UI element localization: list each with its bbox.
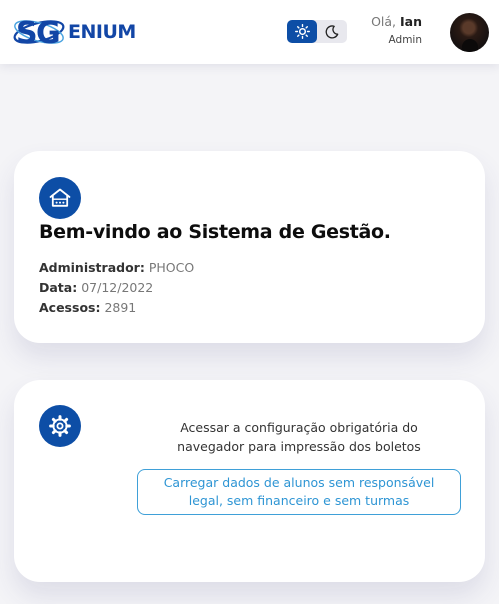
svg-text:S: S: [16, 16, 38, 51]
light-theme-button[interactable]: [287, 20, 317, 43]
welcome-card: Bem-vindo ao Sistema de Gestão. Administ…: [14, 151, 485, 343]
svg-text:G: G: [36, 16, 61, 51]
access-value: 2891: [104, 300, 137, 315]
avatar[interactable]: [450, 13, 489, 52]
access-info: Acessos: 2891: [39, 300, 136, 315]
admin-info: Administrador: PHOCO: [39, 260, 194, 275]
logo-text: ENIUM: [68, 21, 136, 43]
user-name: Ian: [400, 14, 422, 29]
app-logo[interactable]: S G ENIUM: [12, 12, 136, 52]
theme-toggle[interactable]: [287, 20, 347, 43]
date-label: Data:: [39, 280, 78, 295]
gear-icon: [39, 405, 81, 447]
welcome-title: Bem-vindo ao Sistema de Gestão.: [39, 221, 391, 243]
school-icon: [39, 177, 81, 219]
date-info: Data: 07/12/2022: [39, 280, 153, 295]
greeting-prefix: Olá,: [371, 14, 397, 29]
admin-label: Administrador:: [39, 260, 145, 275]
user-info: Olá, Ian Admin: [371, 14, 422, 46]
sun-icon: [294, 24, 310, 39]
user-greeting: Olá, Ian: [371, 14, 422, 29]
top-bar: S G ENIUM Olá, Ian Admin: [0, 0, 499, 64]
date-value: 07/12/2022: [81, 280, 154, 295]
sg-logo-mark-icon: S G: [13, 16, 65, 51]
load-students-button[interactable]: Carregar dados de alunos sem responsável…: [137, 469, 461, 515]
admin-value: PHOCO: [148, 260, 195, 275]
config-card: Acessar a configuração obrigatória do na…: [14, 380, 485, 582]
browser-config-link[interactable]: Acessar a configuração obrigatória do na…: [154, 418, 444, 456]
dark-theme-button[interactable]: [317, 20, 347, 43]
moon-icon: [325, 24, 339, 38]
access-label: Acessos:: [39, 300, 101, 315]
user-role: Admin: [388, 34, 422, 46]
